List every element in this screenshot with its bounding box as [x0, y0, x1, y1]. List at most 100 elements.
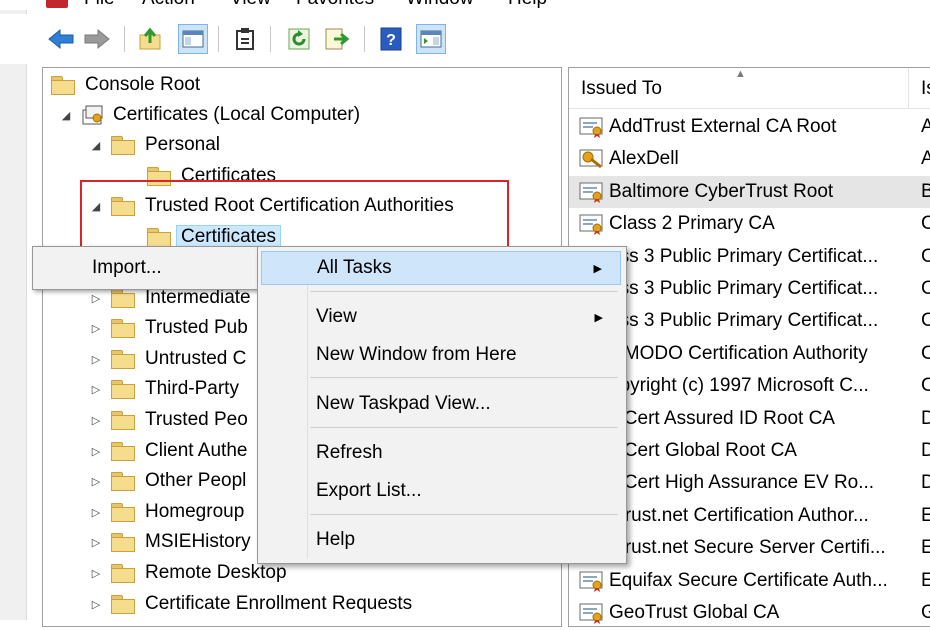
expand-arrow-icon[interactable]: ▷: [89, 445, 103, 458]
tree-item-console-root[interactable]: Console Root: [51, 70, 200, 100]
column-divider[interactable]: [908, 68, 909, 108]
table-row[interactable]: Baltimore CyberTrust Root B: [569, 175, 930, 208]
expand-arrow-icon[interactable]: ▷: [89, 506, 103, 519]
action-pane-icon[interactable]: [416, 24, 446, 54]
table-row[interactable]: Class 2 Primary CA C: [569, 208, 930, 240]
menu-favorites[interactable]: Favorites: [296, 0, 374, 10]
expand-arrow-icon[interactable]: ▷: [89, 322, 103, 335]
show-hide-tree-icon[interactable]: [178, 24, 208, 54]
menu-item-new-window[interactable]: New Window from Here: [261, 338, 621, 372]
expand-arrow-icon[interactable]: ▷: [89, 414, 103, 427]
expand-arrow-icon[interactable]: ▷: [89, 292, 103, 305]
cell-issued-to: Class 2 Primary CA: [609, 213, 775, 235]
cell-issued-by: C: [921, 278, 930, 299]
list-header: ▲ Issued To Is: [569, 68, 930, 109]
cell-issued-to: giCert Global Root CA: [609, 440, 797, 461]
tree-item-label: Remote Desktop: [145, 562, 287, 583]
cell-issued-by: E: [921, 537, 930, 559]
expand-arrow-icon[interactable]: ▷: [89, 598, 103, 611]
clipboard-icon[interactable]: [230, 24, 260, 54]
menu-item-label: Refresh: [316, 442, 383, 463]
menu-separator: [310, 514, 618, 515]
menu-item-all-tasks[interactable]: All Tasks ▶: [261, 251, 621, 285]
tree-item-other-people[interactable]: ▷ Other Peopl: [89, 466, 246, 496]
sort-ascending-icon: ▲: [735, 68, 746, 80]
menu-item-new-taskpad[interactable]: New Taskpad View...: [261, 387, 621, 421]
folder-icon: [111, 533, 135, 552]
cell-issued-to: ntrust.net Certification Author...: [609, 504, 869, 526]
menu-bar: File Action View Favorites Window Help: [0, 0, 930, 10]
expand-arrow-icon[interactable]: ▷: [89, 567, 103, 580]
tree-item-trusted-people[interactable]: ▷ Trusted Peo: [89, 405, 248, 435]
table-row[interactable]: AlexDell A: [569, 143, 930, 175]
menu-item-import[interactable]: Import...: [34, 251, 258, 284]
cell-issued-to: OMODO Certification Authority: [609, 342, 868, 364]
expand-arrow-icon[interactable]: ▷: [89, 536, 103, 549]
refresh-icon[interactable]: [284, 24, 314, 54]
menu-item-label: New Window from Here: [316, 344, 517, 365]
tree-item-label: Third-Party: [145, 378, 239, 399]
tree-item-label: Other Peopl: [145, 470, 247, 491]
menu-item-refresh[interactable]: Refresh: [261, 436, 621, 470]
menu-item-help[interactable]: Help: [261, 523, 621, 557]
toolbar-separator: [364, 26, 365, 52]
forward-icon[interactable]: [82, 24, 112, 54]
cell-issued-to: opyright (c) 1997 Microsoft C...: [609, 375, 869, 397]
expand-arrow-icon[interactable]: ▷: [89, 383, 103, 396]
window-left-edge: [0, 0, 27, 620]
cell-issued-to: AddTrust External CA Root: [609, 116, 837, 137]
export-icon[interactable]: [322, 24, 352, 54]
folder-icon: [111, 411, 135, 430]
folder-icon: [51, 76, 75, 95]
menu-action[interactable]: Action: [142, 0, 195, 10]
tree-item-personal[interactable]: ◢ Personal: [89, 130, 220, 160]
folder-icon: [111, 136, 135, 155]
certificate-icon: [579, 116, 605, 138]
menu-item-export-list[interactable]: Export List...: [261, 474, 621, 508]
menu-item-view[interactable]: View ▶: [261, 300, 621, 334]
tree-item-enrollment-requests[interactable]: ▷ Certificate Enrollment Requests: [89, 589, 412, 619]
table-row[interactable]: Equifax Secure Certificate Auth... E: [569, 565, 930, 597]
tree-item-label: Client Authe: [145, 440, 248, 461]
tree-item-msie-history[interactable]: ▷ MSIEHistory: [89, 527, 251, 557]
cell-issued-to: giCert Assured ID Root CA: [609, 407, 835, 429]
tree-item-trusted-publishers[interactable]: ▷ Trusted Pub: [89, 313, 248, 343]
menu-file[interactable]: File: [84, 0, 115, 10]
expand-arrow-icon[interactable]: ▷: [89, 353, 103, 366]
collapse-arrow-icon[interactable]: ◢: [59, 109, 73, 122]
tree-item-label: Homegroup: [145, 501, 245, 522]
cell-issued-to: ass 3 Public Primary Certificat...: [609, 310, 879, 332]
collapse-arrow-icon[interactable]: ◢: [89, 139, 103, 152]
up-folder-icon[interactable]: [136, 24, 166, 54]
cell-issued-to: ntrust.net Secure Server Certifi...: [609, 537, 886, 559]
tree-item-untrusted[interactable]: ▷ Untrusted C: [89, 344, 246, 374]
help-icon[interactable]: ?: [376, 24, 406, 54]
menu-window[interactable]: Window: [406, 0, 474, 10]
cell-issued-by: D: [921, 472, 930, 494]
toolbar: ?: [0, 14, 930, 64]
annotation-highlight-box: [80, 180, 509, 248]
back-icon[interactable]: [46, 24, 76, 54]
tree-item-homegroup[interactable]: ▷ Homegroup: [89, 497, 244, 527]
tree-item-client-auth[interactable]: ▷ Client Authe: [89, 436, 247, 466]
column-header-issued-by[interactable]: Is: [921, 78, 930, 100]
cell-issued-by: C: [921, 342, 930, 364]
menu-view[interactable]: View: [230, 0, 271, 10]
tree-item-label: Untrusted C: [145, 348, 247, 369]
tree-item-label: Trusted Peo: [145, 409, 248, 430]
table-row[interactable]: GeoTrust Global CA G: [569, 597, 930, 629]
cell-issued-by: E: [921, 569, 930, 591]
folder-icon: [111, 595, 135, 614]
tree-item-certificates-local[interactable]: ◢ Certificates (Local Computer): [59, 100, 360, 130]
menu-item-label: New Taskpad View...: [316, 393, 491, 414]
cell-issued-by: E: [921, 504, 930, 526]
cell-issued-to: ass 3 Public Primary Certificat...: [609, 245, 879, 267]
cell-issued-to: Baltimore CyberTrust Root: [609, 180, 834, 202]
table-row[interactable]: AddTrust External CA Root A: [569, 111, 930, 143]
expand-arrow-icon[interactable]: ▷: [89, 475, 103, 488]
menu-help[interactable]: Help: [508, 0, 547, 10]
menu-separator: [310, 427, 618, 428]
tree-item-third-party[interactable]: ▷ Third-Party: [89, 374, 239, 404]
column-header-issued-to[interactable]: Issued To: [581, 78, 662, 100]
menu-separator: [310, 291, 618, 292]
